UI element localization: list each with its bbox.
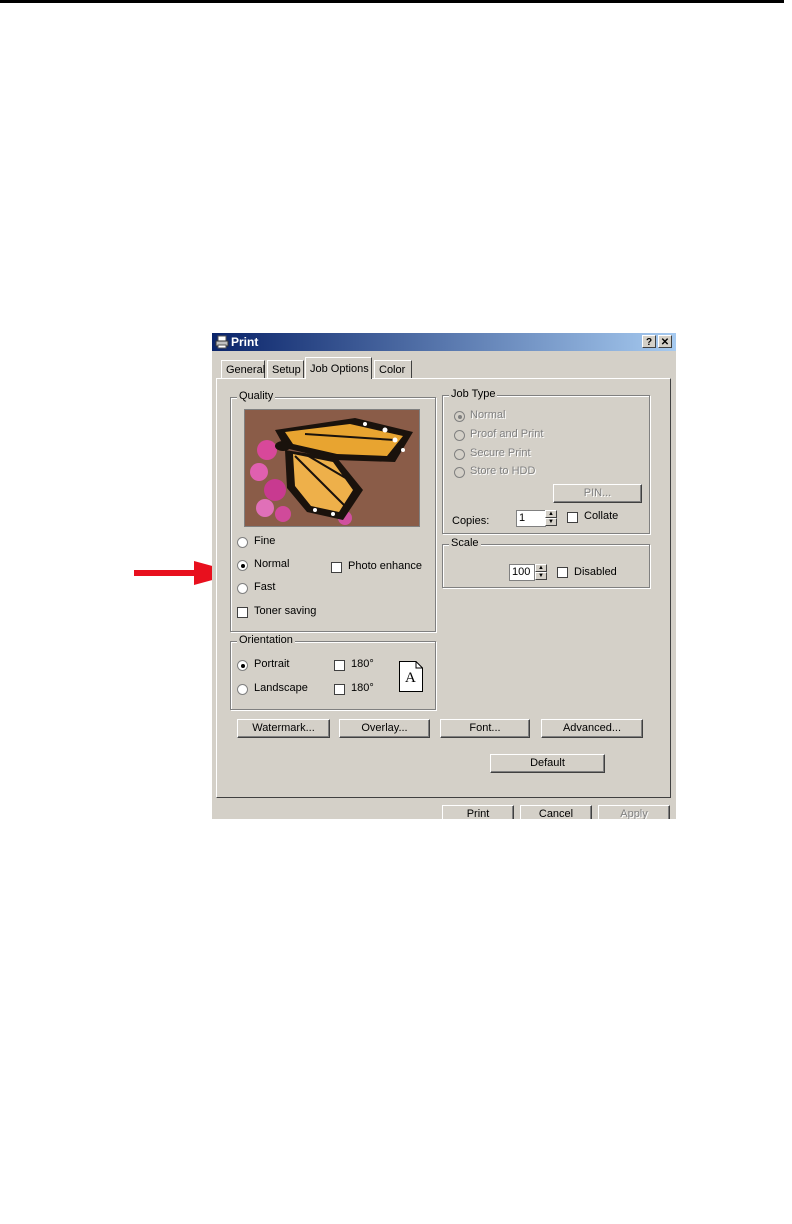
toner-saving-label: Toner saving	[254, 605, 317, 617]
job-options-panel: Quality Fine Normal Fast Photo enhance T…	[216, 378, 671, 798]
quality-preview-image	[244, 409, 420, 527]
overlay-button[interactable]: Overlay...	[339, 719, 430, 738]
job-type-normal-label: Normal	[470, 409, 506, 421]
copies-stepper[interactable]: ▲ ▼	[545, 510, 557, 527]
rotate-180-landscape-label: 180°	[351, 682, 374, 694]
pin-button[interactable]: PIN...	[553, 484, 642, 503]
default-button[interactable]: Default	[490, 754, 605, 773]
scale-stepper[interactable]: ▲ ▼	[535, 564, 547, 581]
collate-checkbox[interactable]	[567, 512, 578, 523]
title-bar: Print ? ✕	[212, 333, 676, 351]
scale-input[interactable]: 100	[509, 564, 535, 581]
close-button[interactable]: ✕	[658, 335, 672, 348]
scale-legend: Scale	[449, 537, 481, 549]
quality-fast-label: Fast	[254, 581, 276, 593]
job-type-normal-radio[interactable]	[454, 411, 465, 422]
quality-normal-label: Normal	[254, 558, 290, 570]
rotate-180-portrait-label: 180°	[351, 658, 374, 670]
copies-input[interactable]: 1	[516, 510, 546, 527]
orientation-group: Orientation Portrait Landscape 180° 180°…	[230, 634, 436, 710]
apply-button[interactable]: Apply	[598, 805, 670, 819]
print-dialog: Print ? ✕ General Setup Job Options Colo…	[212, 333, 676, 819]
cancel-button[interactable]: Cancel	[520, 805, 592, 819]
scale-group: Scale 100 ▲ ▼ Disabled	[442, 537, 650, 588]
tab-general[interactable]: General	[221, 360, 265, 378]
toner-saving-checkbox[interactable]	[237, 607, 248, 618]
butterfly-icon	[245, 410, 419, 526]
page-orientation-icon: A	[399, 661, 423, 692]
job-type-proof-radio[interactable]	[454, 430, 465, 441]
printer-icon	[215, 335, 229, 349]
spin-down-icon[interactable]: ▼	[535, 572, 547, 580]
job-type-proof-label: Proof and Print	[470, 428, 544, 440]
orientation-portrait-radio[interactable]	[237, 660, 248, 671]
page-top-rule	[0, 0, 784, 3]
dialog-title: Print	[231, 335, 259, 349]
photo-enhance-label: Photo enhance	[348, 560, 423, 572]
quality-fast-radio[interactable]	[237, 583, 248, 594]
orientation-landscape-radio[interactable]	[237, 684, 248, 695]
orientation-legend: Orientation	[237, 634, 295, 646]
scale-disabled-label: Disabled	[574, 566, 617, 578]
job-type-hdd-label: Store to HDD	[470, 465, 536, 477]
spin-up-icon[interactable]: ▲	[545, 510, 557, 518]
orientation-portrait-label: Portrait	[254, 658, 290, 670]
spin-down-icon[interactable]: ▼	[545, 518, 557, 526]
scale-disabled-checkbox[interactable]	[557, 567, 568, 578]
print-button[interactable]: Print	[442, 805, 514, 819]
quality-group: Quality Fine Normal Fast Photo enhance T…	[230, 390, 436, 632]
help-button[interactable]: ?	[642, 335, 656, 348]
watermark-button[interactable]: Watermark...	[237, 719, 330, 738]
orientation-landscape-label: Landscape	[254, 682, 308, 694]
job-type-hdd-radio[interactable]	[454, 467, 465, 478]
advanced-button[interactable]: Advanced...	[541, 719, 643, 738]
job-type-legend: Job Type	[449, 388, 498, 400]
job-type-group: Job Type Normal Proof and Print Secure P…	[442, 388, 650, 534]
job-type-secure-radio[interactable]	[454, 449, 465, 460]
font-button[interactable]: Font...	[440, 719, 530, 738]
quality-legend: Quality	[237, 390, 276, 402]
tab-color[interactable]: Color	[374, 360, 412, 378]
collate-label: Collate	[584, 510, 619, 522]
quality-normal-radio[interactable]	[237, 560, 248, 571]
job-type-secure-label: Secure Print	[470, 447, 531, 459]
rotate-180-portrait-checkbox[interactable]	[334, 660, 345, 671]
quality-fine-label: Fine	[254, 535, 276, 547]
rotate-180-landscape-checkbox[interactable]	[334, 684, 345, 695]
copies-label: Copies:	[452, 515, 490, 527]
quality-fine-radio[interactable]	[237, 537, 248, 548]
page-icon-letter: A	[405, 670, 416, 686]
spin-up-icon[interactable]: ▲	[535, 564, 547, 572]
tab-job-options[interactable]: Job Options	[305, 357, 372, 379]
photo-enhance-checkbox[interactable]	[331, 562, 342, 573]
tab-setup[interactable]: Setup	[267, 360, 304, 378]
